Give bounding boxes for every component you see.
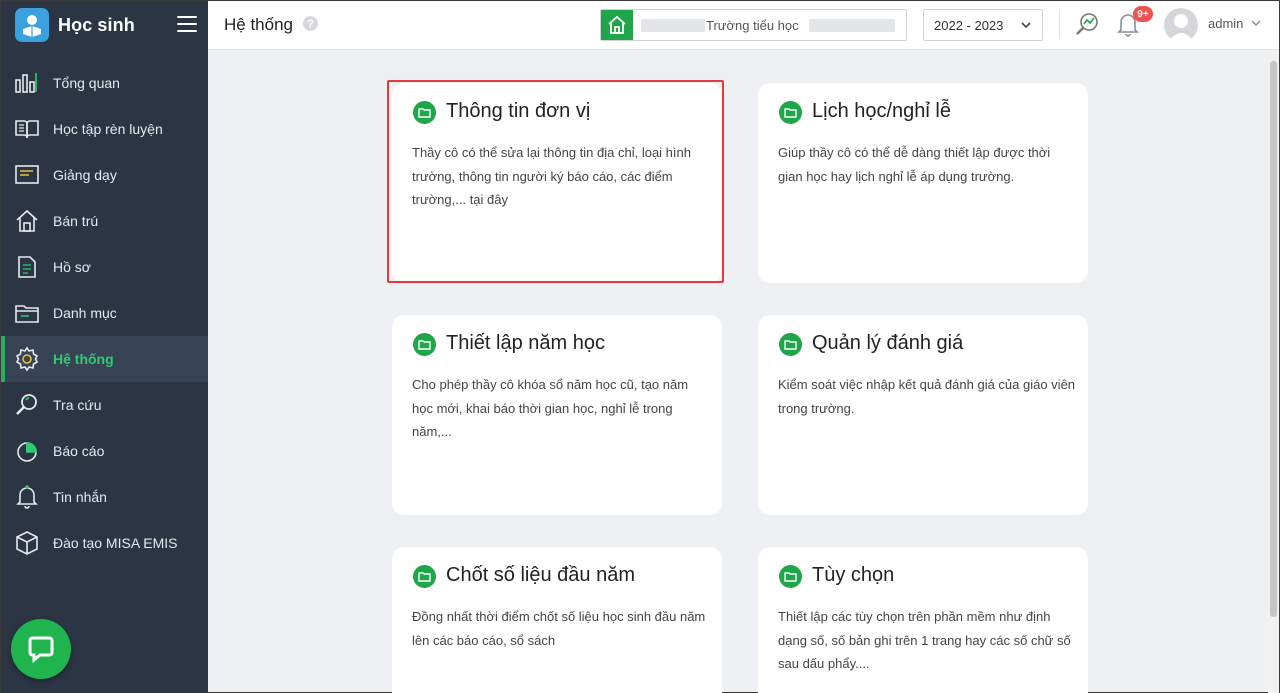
card-title: Chốt số liệu đầu năm	[446, 564, 636, 586]
sidebar-item-hoc-tap[interactable]: Học tập rèn luyện	[1, 106, 208, 152]
card-title: Thông tin đơn vị	[446, 100, 591, 122]
board-icon	[14, 162, 40, 188]
avatar[interactable]	[1164, 8, 1198, 42]
sidebar-item-label: Bán trú	[53, 213, 99, 229]
sidebar-item-label: Hệ thống	[53, 351, 114, 367]
menu-toggle-icon[interactable]	[177, 14, 197, 34]
card-title: Tùy chọn	[812, 564, 895, 586]
sidebar-item-tong-quan[interactable]: Tổng quan	[1, 60, 208, 106]
sidebar-item-label: Giảng dạy	[53, 167, 117, 183]
search-tool-button[interactable]	[1073, 10, 1101, 38]
card-title: Lịch học/nghỉ lễ	[812, 100, 951, 122]
card-description: Thiết lập các tùy chọn trên phần mềm như…	[778, 609, 1071, 671]
sidebar-item-bao-cao[interactable]: Báo cáo	[1, 428, 208, 474]
card-chot-so-lieu[interactable]: Chốt số liệu đầu năm Đồng nhất thời điểm…	[392, 547, 722, 693]
help-icon[interactable]: ?	[303, 16, 318, 31]
folder-icon	[779, 565, 802, 588]
gear-icon	[14, 346, 40, 372]
sidebar-item-label: Báo cáo	[53, 443, 105, 459]
search-icon	[14, 392, 40, 418]
document-icon	[14, 254, 40, 280]
sidebar-item-label: Tra cứu	[53, 397, 102, 413]
notification-badge: 9+	[1133, 6, 1153, 22]
brand-title: Học sinh	[58, 14, 135, 35]
sidebar-item-label: Hồ sơ	[53, 259, 91, 275]
scrollbar[interactable]	[1268, 50, 1279, 693]
chevron-down-icon[interactable]	[1250, 17, 1262, 29]
box-icon	[14, 530, 40, 556]
sidebar-item-tra-cuu[interactable]: Tra cứu	[1, 382, 208, 428]
school-year-value: 2022 - 2023	[934, 17, 1004, 33]
school-name: Trường tiểu học	[706, 18, 799, 33]
school-selector[interactable]: Trường tiểu học	[600, 9, 907, 41]
card-quan-ly-danh-gia[interactable]: Quản lý đánh giá Kiểm soát việc nhập kết…	[758, 315, 1088, 515]
home-icon	[14, 208, 40, 234]
card-description: Thầy cô có thể sửa lại thông tin địa chỉ…	[412, 145, 691, 207]
student-logo-icon	[15, 8, 49, 42]
sidebar-item-label: Danh mục	[53, 305, 117, 321]
redacted-text	[809, 19, 895, 32]
sidebar-item-label: Đào tạo MISA EMIS	[53, 535, 178, 551]
sidebar-item-danh-muc[interactable]: Danh mục	[1, 290, 208, 336]
sidebar-item-ban-tru[interactable]: Bán trú	[1, 198, 208, 244]
sidebar-item-label: Tổng quan	[53, 75, 120, 91]
bell-icon	[14, 484, 40, 510]
card-description: Giúp thầy cô có thể dễ dàng thiết lập đư…	[778, 145, 1051, 184]
search-chart-icon	[1076, 13, 1098, 35]
card-thong-tin-don-vi[interactable]: Thông tin đơn vị Thầy cô có thể sửa lại …	[392, 83, 722, 283]
card-description: Kiểm soát việc nhập kết quả đánh giá của…	[778, 377, 1076, 416]
username[interactable]: admin	[1208, 16, 1243, 31]
card-description: Cho phép thầy cô khóa sổ năm học cũ, tạo…	[412, 377, 689, 439]
scrollbar-thumb[interactable]	[1270, 61, 1277, 617]
sidebar-item-dao-tao[interactable]: Đào tạo MISA EMIS	[1, 520, 208, 566]
folder-icon	[14, 300, 40, 326]
school-year-select[interactable]: 2022 - 2023	[923, 9, 1043, 41]
redacted-text	[641, 19, 705, 32]
card-title: Thiết lập năm học	[446, 332, 605, 354]
sidebar-item-ho-so[interactable]: Hồ sơ	[1, 244, 208, 290]
pie-chart-icon	[14, 438, 40, 464]
sidebar-item-he-thong[interactable]: Hệ thống	[1, 336, 208, 382]
folder-icon	[779, 333, 802, 356]
top-header: Hệ thống ? Trường tiểu học 2022 - 2023 9…	[208, 1, 1279, 50]
notifications-button[interactable]: 9+	[1115, 6, 1153, 40]
page-title: Hệ thống	[224, 15, 293, 34]
chart-bars-icon	[14, 70, 40, 96]
book-open-icon	[14, 116, 40, 142]
folder-icon	[413, 565, 436, 588]
folder-icon	[413, 333, 436, 356]
card-title: Quản lý đánh giá	[812, 332, 964, 354]
sidebar-item-giang-day[interactable]: Giảng dạy	[1, 152, 208, 198]
school-home-icon	[601, 10, 633, 40]
chat-support-button[interactable]	[11, 619, 71, 679]
chevron-down-icon	[1021, 22, 1031, 29]
chat-bubble-icon	[28, 636, 54, 664]
header-divider	[1059, 11, 1060, 39]
sidebar-item-tin-nhan[interactable]: Tin nhắn	[1, 474, 208, 520]
sidebar-item-label: Tin nhắn	[53, 489, 107, 505]
folder-icon	[779, 101, 802, 124]
card-tuy-chon[interactable]: Tùy chọn Thiết lập các tùy chọn trên phầ…	[758, 547, 1088, 693]
sidebar-nav: Tổng quan Học tập rèn luyện Giảng dạy Bá…	[1, 60, 208, 566]
card-description: Đồng nhất thời điểm chốt số liệu học sin…	[412, 609, 706, 648]
card-lich-hoc[interactable]: Lịch học/nghỉ lễ Giúp thầy cô có thể dễ …	[758, 83, 1088, 283]
card-thiet-lap-nam-hoc[interactable]: Thiết lập năm học Cho phép thầy cô khóa …	[392, 315, 722, 515]
folder-icon	[413, 101, 436, 124]
sidebar: Học sinh Tổng quan Học tập rèn luyện Giả…	[1, 1, 208, 693]
sidebar-item-label: Học tập rèn luyện	[53, 121, 163, 137]
